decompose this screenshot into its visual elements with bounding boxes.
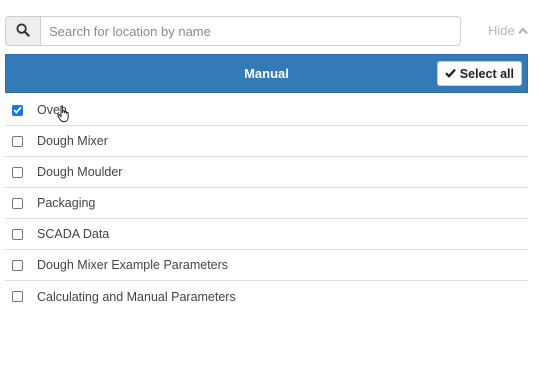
item-checkbox[interactable] xyxy=(12,197,23,209)
search-button[interactable] xyxy=(5,16,40,46)
hide-toggle[interactable]: Hide xyxy=(488,23,528,38)
list-item[interactable]: Dough Mixer Example Parameters xyxy=(5,250,528,281)
item-label: Dough Moulder xyxy=(37,165,123,179)
location-list: Oven Dough Mixer Dough Moulder Packaging… xyxy=(5,95,528,312)
list-item[interactable]: SCADA Data xyxy=(5,219,528,250)
item-checkbox[interactable] xyxy=(12,135,23,147)
item-checkbox[interactable] xyxy=(12,104,23,116)
chevron-up-icon xyxy=(517,23,528,38)
item-checkbox[interactable] xyxy=(12,166,23,178)
list-item[interactable]: Oven xyxy=(5,95,528,126)
item-label: Dough Mixer xyxy=(37,134,108,148)
item-label: Packaging xyxy=(37,196,96,210)
search-icon xyxy=(16,22,30,40)
item-label: Calculating and Manual Parameters xyxy=(37,289,236,304)
item-label: SCADA Data xyxy=(37,227,110,241)
search-bar: Hide xyxy=(5,16,535,46)
hide-label: Hide xyxy=(488,23,515,38)
checkmark-icon xyxy=(444,67,456,81)
item-checkbox[interactable] xyxy=(12,259,23,271)
search-input[interactable] xyxy=(40,16,461,46)
item-label: Dough Mixer Example Parameters xyxy=(37,258,229,272)
select-all-label: Select all xyxy=(459,66,514,81)
list-item[interactable]: Dough Moulder xyxy=(5,157,528,188)
select-all-button[interactable]: Select all xyxy=(436,61,522,86)
item-checkbox[interactable] xyxy=(12,228,23,240)
list-item[interactable]: Packaging xyxy=(5,188,528,219)
item-checkbox[interactable] xyxy=(12,291,23,302)
list-item[interactable]: Dough Mixer xyxy=(5,126,528,157)
panel-header: Manual Select all xyxy=(5,54,528,93)
hand-cursor-icon xyxy=(57,105,71,126)
list-item[interactable]: Calculating and Manual Parameters xyxy=(5,281,528,312)
